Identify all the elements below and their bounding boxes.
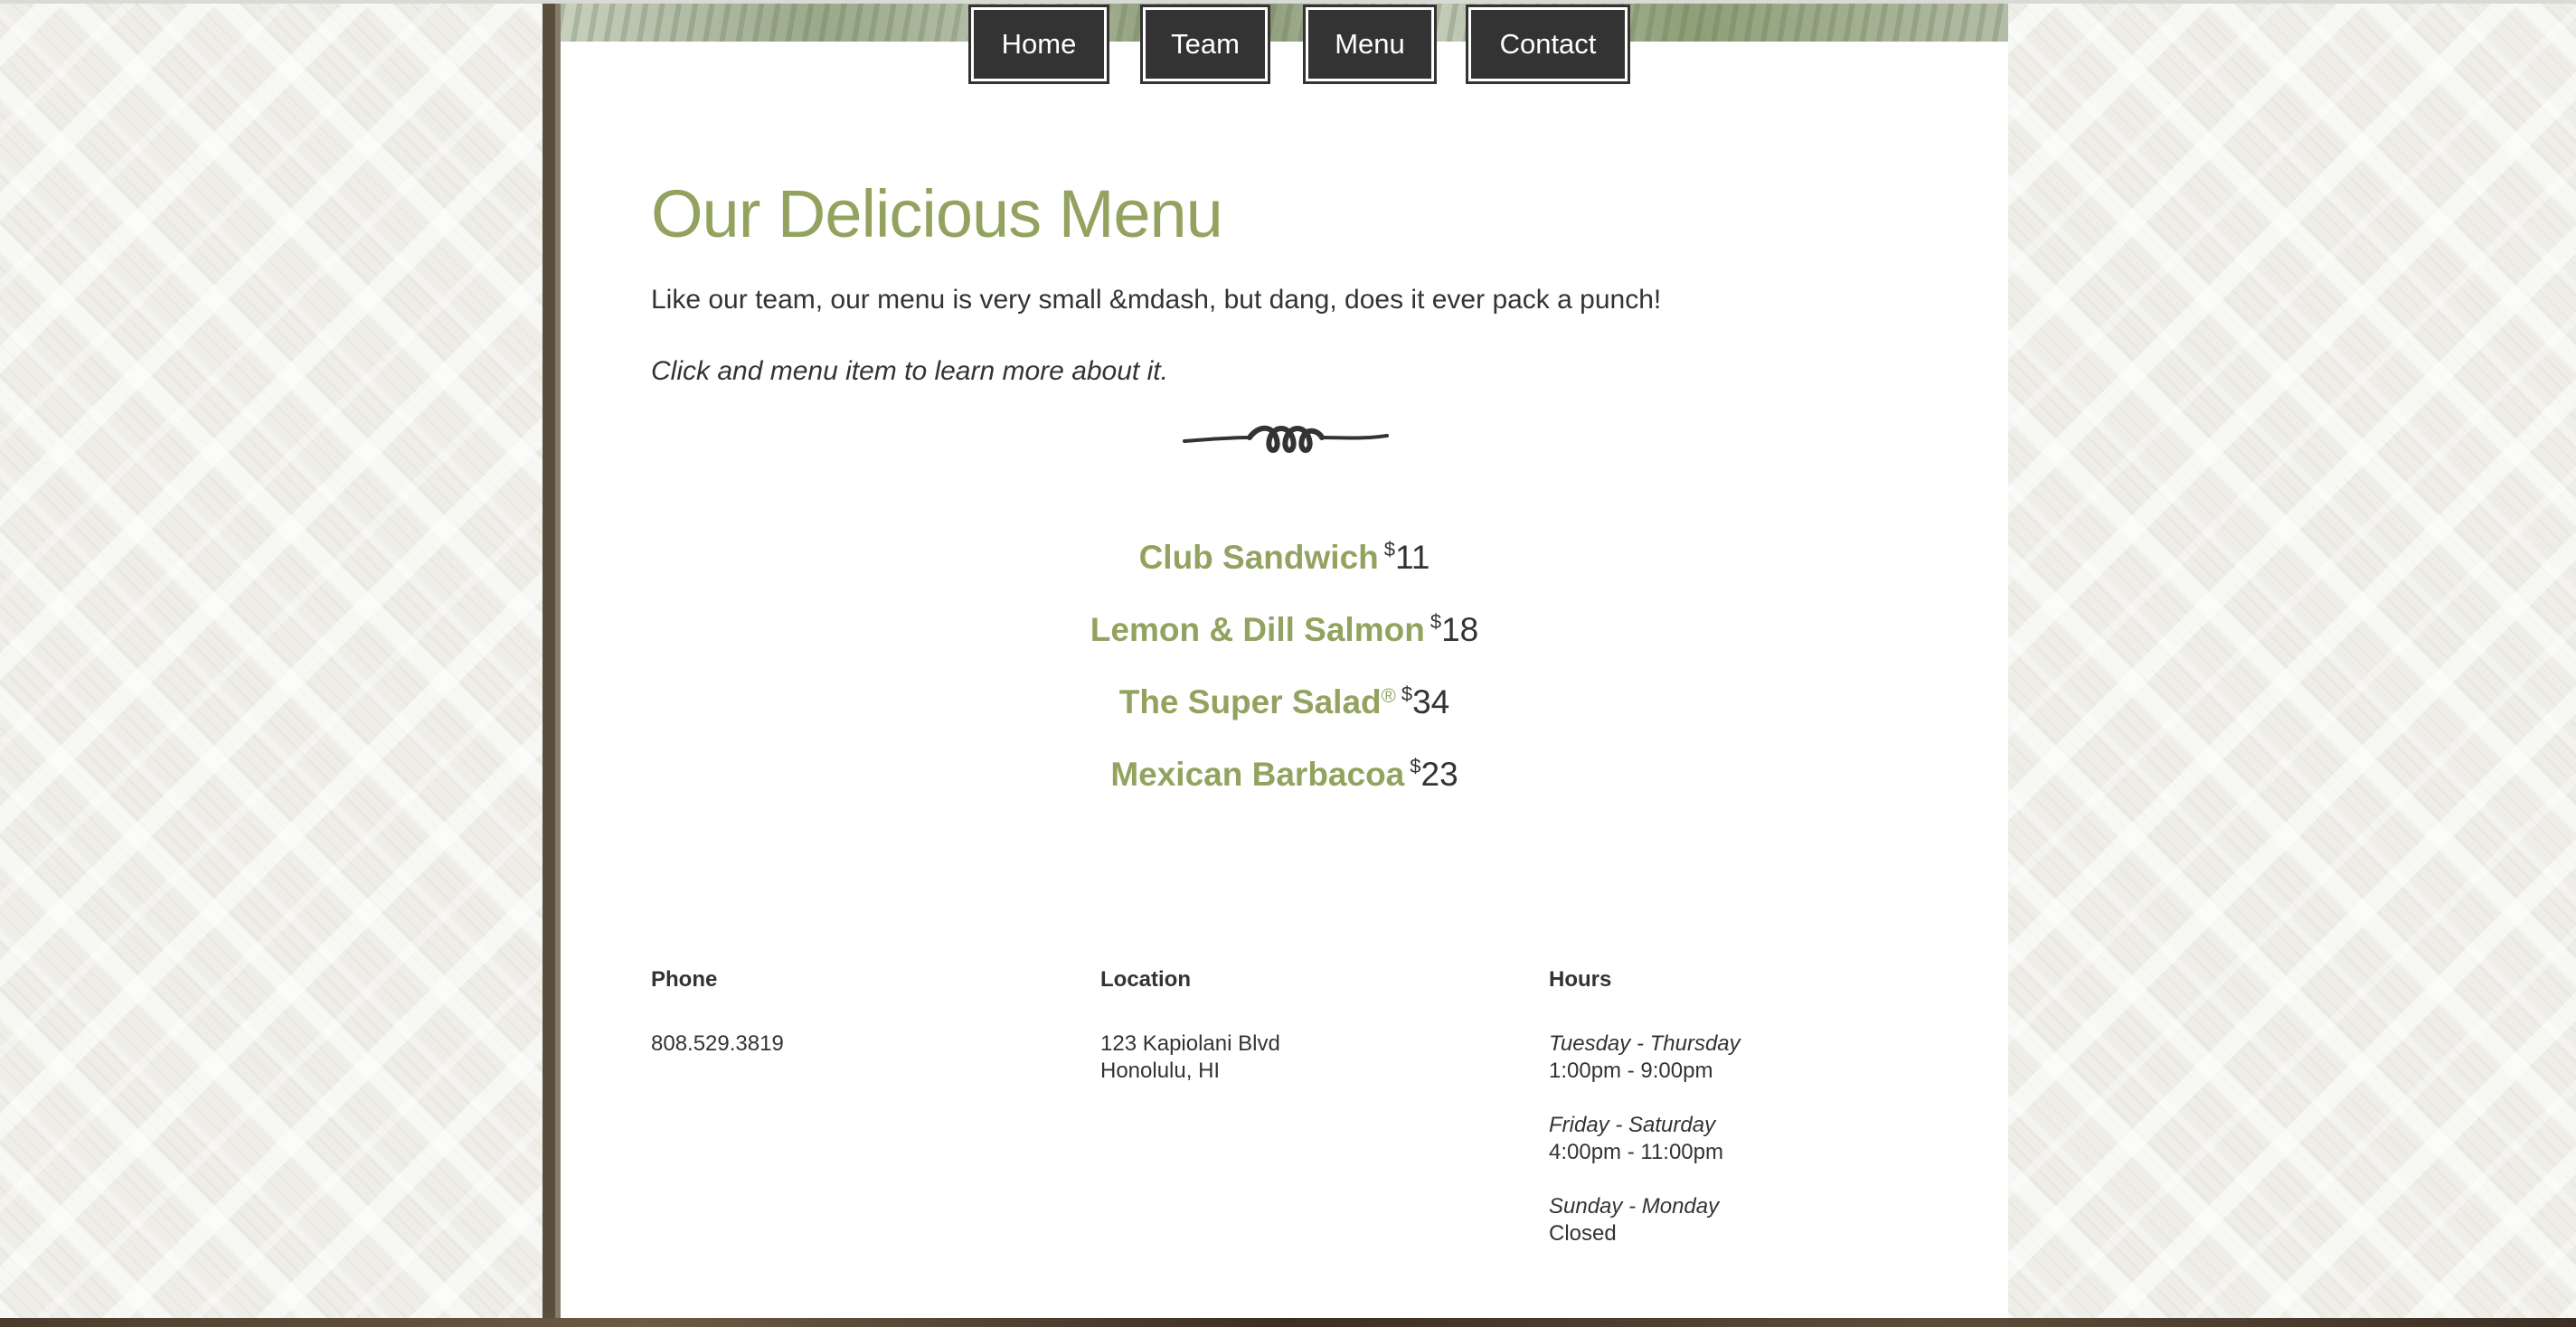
flourish-divider-icon (1183, 425, 1389, 453)
phone-number: 808.529.3819 (651, 1031, 784, 1056)
menu-item-mexican-barbacoa[interactable]: Mexican Barbacoa $23 (561, 755, 2008, 794)
menu-item-super-salad[interactable]: The Super Salad® $34 (561, 682, 2008, 721)
page-container: Home Team Menu Contact Our Delicious Men… (561, 4, 2008, 1318)
footer-phone: Phone 808.529.3819 (651, 967, 784, 1058)
hours-time: 4:00pm - 11:00pm (1549, 1140, 1723, 1164)
menu-item-name: Club Sandwich (1138, 539, 1379, 576)
hours-days: Sunday - Monday (1549, 1194, 1720, 1219)
menu-item-price: 23 (1420, 756, 1458, 793)
nav-home-button[interactable]: Home (968, 5, 1109, 84)
currency-symbol: $ (1383, 538, 1395, 560)
menu-item-price: 18 (1441, 611, 1479, 648)
footer-location: Location 123 Kapiolani Blvd Honolulu, HI (1100, 967, 1280, 1085)
nav-menu-button[interactable]: Menu (1303, 5, 1437, 84)
hours-time: 1:00pm - 9:00pm (1549, 1059, 1713, 1083)
address-line-1: 123 Kapiolani Blvd (1100, 1031, 1280, 1056)
menu-item-name: Mexican Barbacoa (1110, 756, 1405, 793)
hours-days: Friday - Saturday (1549, 1113, 1716, 1137)
menu-item-club-sandwich[interactable]: Club Sandwich $11 (561, 538, 2008, 577)
footer-hours: Hours Tuesday - Thursday 1:00pm - 9:00pm… (1549, 967, 1741, 1247)
nav-contact-button[interactable]: Contact (1466, 5, 1630, 84)
currency-symbol: $ (1430, 610, 1442, 633)
main-nav: Home Team Menu Contact (561, 4, 2008, 89)
bottom-texture-strip (0, 1318, 2576, 1327)
currency-symbol: $ (1410, 755, 1421, 777)
nav-team-button[interactable]: Team (1140, 5, 1270, 84)
registered-mark: ® (1381, 684, 1396, 707)
menu-item-price: 11 (1395, 539, 1430, 576)
menu-item-name: The Super Salad (1118, 683, 1382, 720)
intro-text: Like our team, our menu is very small &m… (651, 285, 1662, 315)
hours-time: Closed (1549, 1221, 1617, 1246)
currency-symbol: $ (1401, 682, 1413, 705)
phone-heading: Phone (651, 967, 718, 992)
menu-item-price: 34 (1412, 683, 1450, 720)
menu-item-name: Lemon & Dill Salmon (1090, 611, 1425, 648)
hours-heading: Hours (1549, 967, 1612, 992)
location-heading: Location (1100, 967, 1191, 992)
page-left-border (543, 4, 561, 1318)
menu-item-lemon-dill-salmon[interactable]: Lemon & Dill Salmon $18 (561, 610, 2008, 649)
address-line-2: Honolulu, HI (1100, 1059, 1221, 1083)
page-title: Our Delicious Menu (651, 176, 1223, 251)
hours-days: Tuesday - Thursday (1549, 1031, 1741, 1056)
menu-hint-text: Click and menu item to learn more about … (651, 356, 1168, 386)
